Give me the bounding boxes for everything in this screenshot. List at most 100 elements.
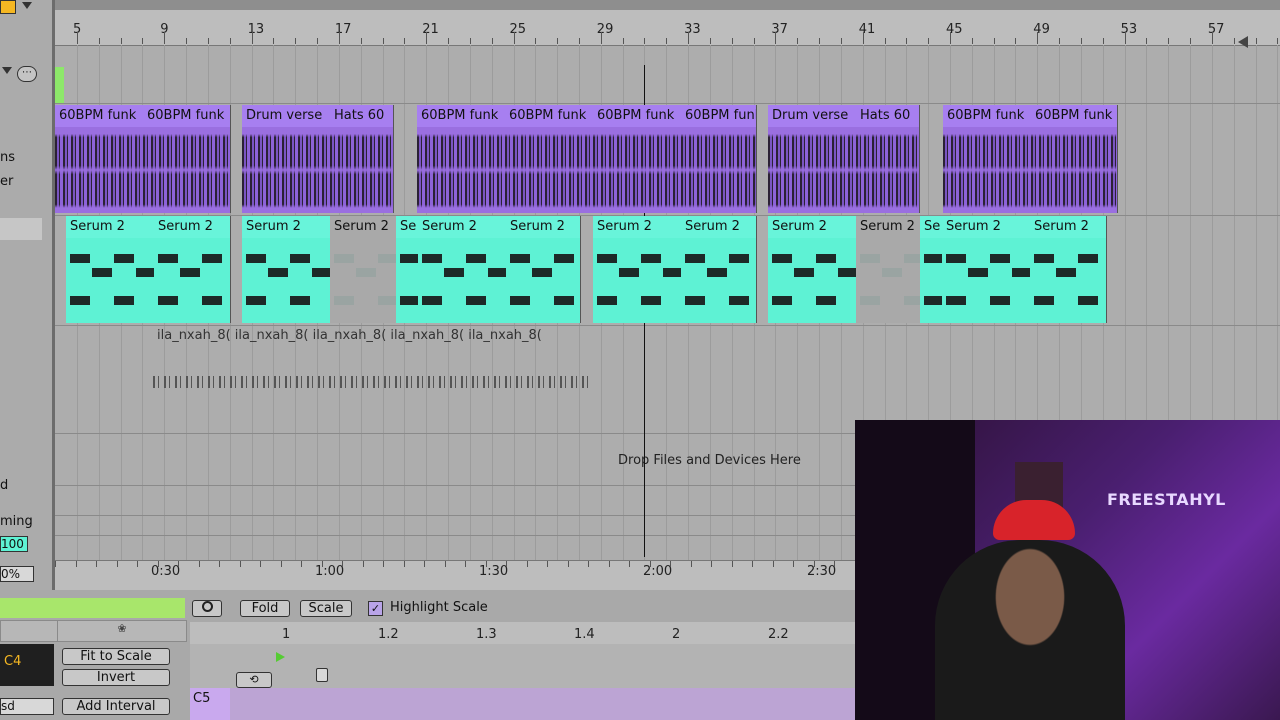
ruler-tick xyxy=(1124,32,1126,44)
midi-clip[interactable]: Serum 2 xyxy=(1030,216,1107,323)
midi-note xyxy=(246,296,266,305)
sample-clip-transients[interactable] xyxy=(153,376,593,388)
ruler-tick xyxy=(600,32,602,44)
clip-name: Serum 2 xyxy=(856,216,920,238)
waveform xyxy=(768,127,856,213)
tab-left[interactable] xyxy=(0,620,58,642)
scale-button[interactable]: Scale xyxy=(300,600,352,617)
value-field[interactable]: 100 xyxy=(0,536,28,552)
beat-ruler[interactable]: 5 9 13 17 21 25 29 33 37 41 45 49 53 57 xyxy=(55,10,1280,48)
audio-clip[interactable]: 60BPM funk xyxy=(681,105,757,213)
midi-clip[interactable]: Serum 2 xyxy=(154,216,231,323)
time-tick xyxy=(342,561,343,567)
time-tick xyxy=(485,561,487,567)
audio-clip[interactable]: Hats 60 xyxy=(330,105,394,213)
sample-clip-labels[interactable]: ila_nxah_8( ila_nxah_8( ila_nxah_8( ila_… xyxy=(157,328,542,343)
time-tick xyxy=(424,561,425,567)
midi-clip[interactable]: Serum 2 xyxy=(506,216,581,323)
midi-clip[interactable]: Serum 2 xyxy=(856,216,921,323)
dropdown-arrow-icon[interactable] xyxy=(22,2,32,9)
midi-clip[interactable]: Serum 2 xyxy=(418,216,507,323)
highlight-scale-checkbox[interactable]: ✓ xyxy=(368,601,383,616)
ruler-tick xyxy=(819,38,821,44)
midi-clip[interactable]: Serum 2 xyxy=(593,216,682,323)
note-label-c5: C5 xyxy=(193,691,211,706)
piano-roll-ruler[interactable]: 1 1.2 1.3 1.4 2 2.2 xyxy=(190,622,855,644)
ruler-tick xyxy=(317,38,319,44)
midi-note xyxy=(641,254,661,263)
clip-name: Drum verse xyxy=(768,105,856,127)
audio-clip[interactable]: 60BPM funk xyxy=(593,105,682,213)
ruler-tick xyxy=(1168,38,1170,44)
audio-clip[interactable]: 60BPM funk xyxy=(943,105,1032,213)
audio-clip[interactable]: Drum verse xyxy=(242,105,331,213)
invert-button[interactable]: Invert xyxy=(62,669,170,686)
more-options-icon[interactable]: ⋯ xyxy=(17,66,37,82)
audio-clip[interactable]: Drum verse xyxy=(768,105,857,213)
audio-clip[interactable]: 60BPM funk xyxy=(143,105,231,213)
midi-clip[interactable]: Serum 2 xyxy=(942,216,1031,323)
loop-handle-icon[interactable]: ⟲ xyxy=(236,672,272,688)
fold-arrow-icon[interactable] xyxy=(2,67,12,74)
root-key-display[interactable]: C4 xyxy=(0,644,54,686)
midi-clip[interactable]: Se xyxy=(920,216,943,323)
overview-bar[interactable] xyxy=(55,0,1280,10)
ruler-tick xyxy=(709,38,711,44)
midi-clip[interactable]: Serum 2 xyxy=(66,216,155,323)
tab-right[interactable]: ❀ xyxy=(57,620,187,642)
time-tick xyxy=(239,561,241,567)
audio-clip[interactable]: 60BPM funk xyxy=(505,105,594,213)
fit-to-scale-button[interactable]: Fit to Scale xyxy=(62,648,170,665)
percent-field[interactable]: 0% xyxy=(0,566,34,582)
dropdown-field[interactable]: sd xyxy=(0,698,54,715)
waveform xyxy=(143,127,230,213)
time-tick xyxy=(383,561,384,567)
time-tick xyxy=(219,561,220,567)
time-tick xyxy=(731,561,733,567)
midi-note xyxy=(488,268,506,277)
audio-clip[interactable]: Hats 60 xyxy=(856,105,920,213)
fold-button[interactable]: Fold xyxy=(240,600,290,617)
midi-clip[interactable]: Serum 2 xyxy=(242,216,331,323)
time-tick xyxy=(711,561,712,567)
time-tick xyxy=(157,561,159,567)
midi-note xyxy=(597,296,617,305)
selected-track-header[interactable] xyxy=(0,218,42,240)
audio-clip[interactable]: 60BPM funk xyxy=(417,105,506,213)
clip-name: Se xyxy=(396,216,418,238)
midi-clip[interactable]: Serum 2 xyxy=(681,216,757,323)
clip-color-bar[interactable] xyxy=(0,598,185,618)
loop-start-marker-icon[interactable] xyxy=(276,652,285,662)
midi-clip[interactable]: Serum 2 xyxy=(330,216,397,323)
ruler-tick xyxy=(186,38,188,44)
orange-toggle-icon[interactable] xyxy=(0,0,16,14)
time-tick xyxy=(444,561,446,567)
loop-brace-start[interactable] xyxy=(55,67,64,103)
piano-key-c5[interactable] xyxy=(190,688,855,720)
add-interval-button[interactable]: Add Interval xyxy=(62,698,170,715)
ruler-tick xyxy=(971,38,973,44)
audio-clip[interactable]: 60BPM funk xyxy=(1031,105,1118,213)
piano-roll-grid[interactable]: ⟲ xyxy=(190,644,855,720)
track-name-fragment: er xyxy=(0,174,14,189)
ruler-tick xyxy=(448,38,450,44)
ruler-tick xyxy=(884,38,886,44)
search-button[interactable] xyxy=(192,600,222,617)
clip-name: Serum 2 xyxy=(681,216,756,238)
ruler-tick xyxy=(1059,38,1061,44)
midi-clip[interactable]: Serum 2 xyxy=(768,216,857,323)
midi-note xyxy=(400,296,418,305)
midi-note xyxy=(860,296,880,305)
midi-note xyxy=(180,268,200,277)
midi-clip[interactable]: Se xyxy=(396,216,419,323)
clip-name: Serum 2 xyxy=(506,216,580,238)
audio-clip[interactable]: 60BPM funk xyxy=(55,105,144,213)
end-marker-icon[interactable] xyxy=(316,668,328,682)
piano-roll-beat: 1 xyxy=(282,627,291,642)
ruler-tick xyxy=(360,38,362,44)
time-tick xyxy=(772,561,774,567)
piano-roll-beat: 1.3 xyxy=(476,627,497,642)
waveform xyxy=(943,127,1031,213)
time-tick xyxy=(301,561,302,567)
ruler-tick xyxy=(1102,38,1104,44)
